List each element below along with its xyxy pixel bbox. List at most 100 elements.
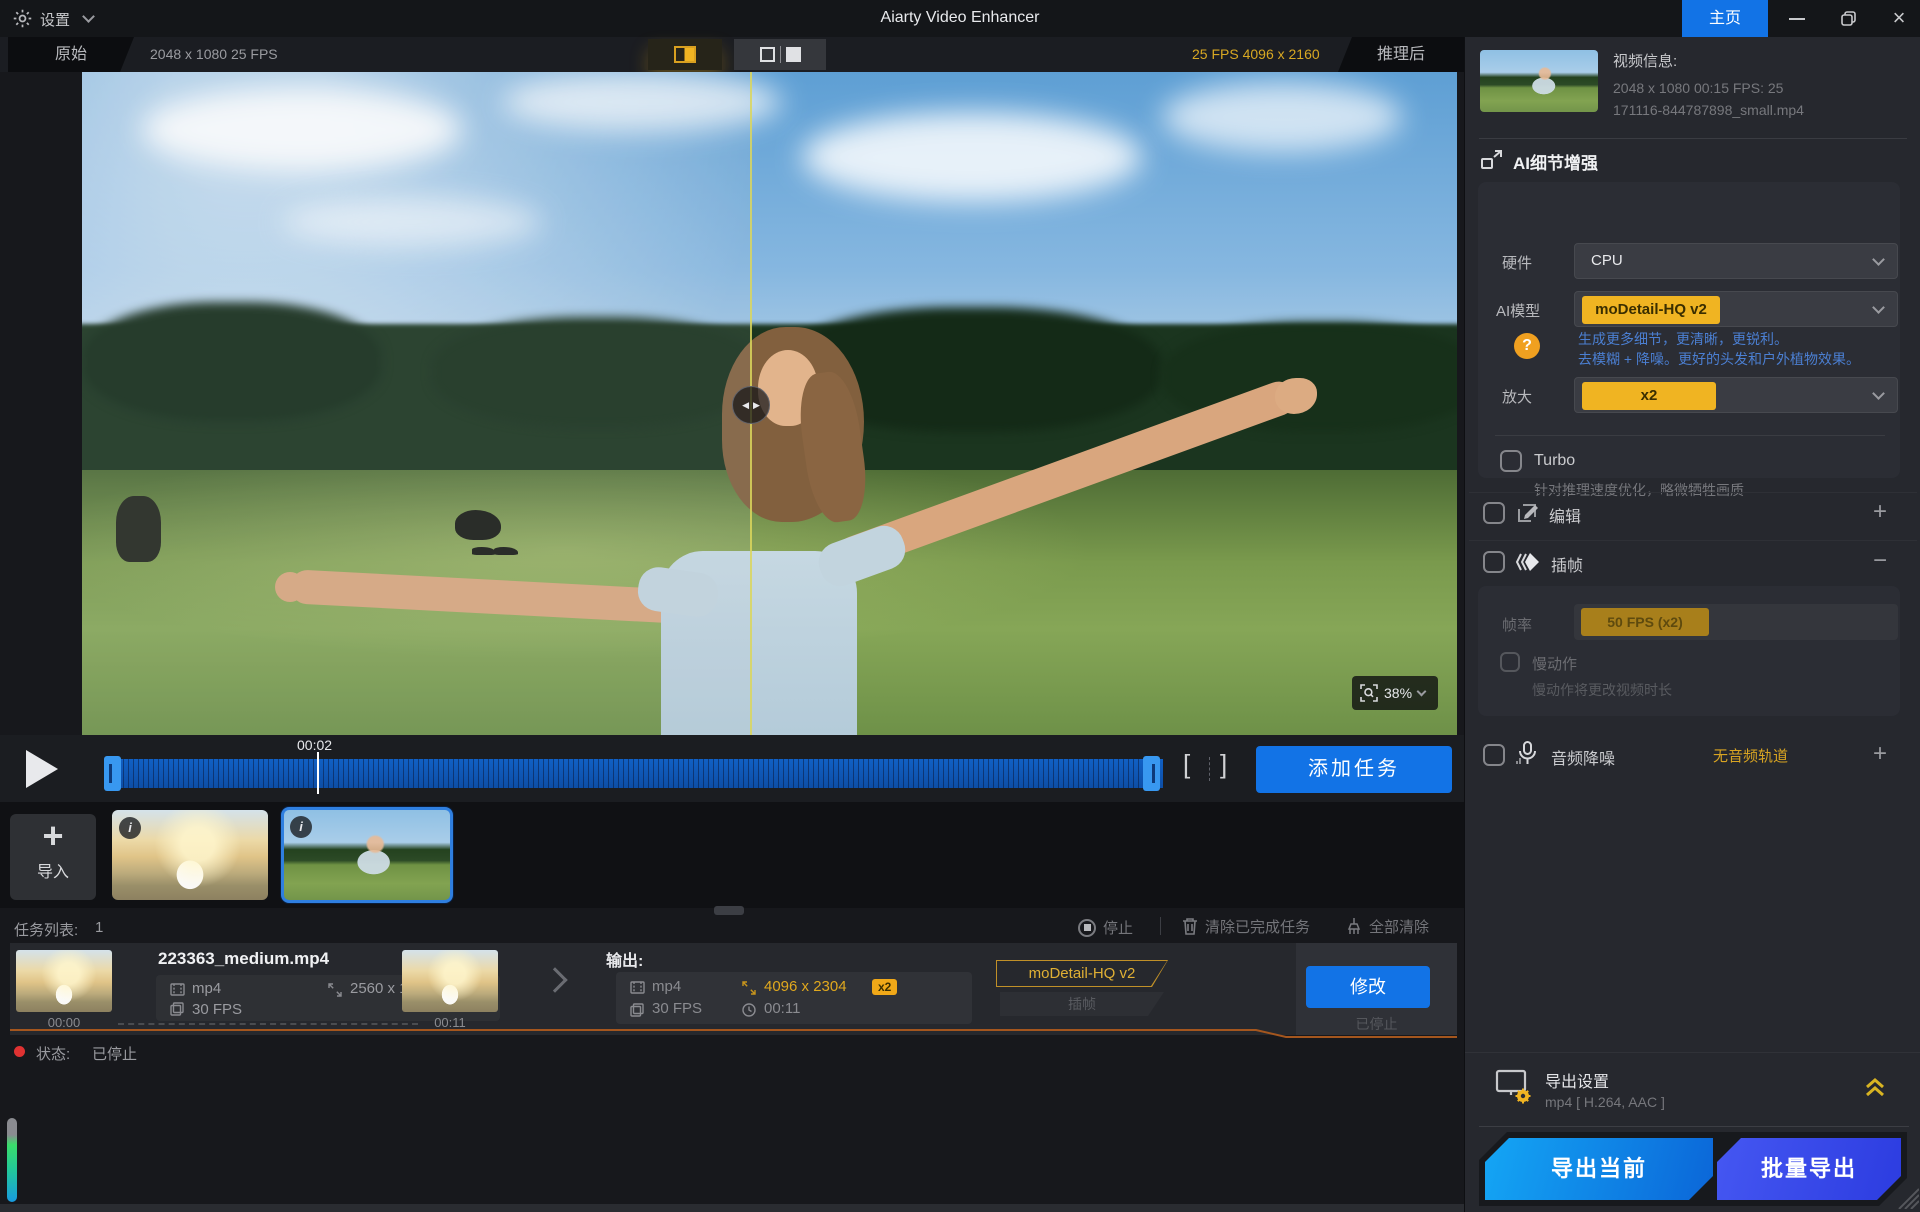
- model-badge-banner: moDetail-HQ v2: [996, 960, 1168, 987]
- resolution-icon: [328, 983, 342, 997]
- fps-label: 帧率: [1502, 614, 1532, 635]
- play-button[interactable]: [26, 750, 66, 788]
- edit-icon: [1515, 501, 1539, 525]
- dropdown-chevron-icon: [1872, 253, 1885, 266]
- enhance-expand-icon: [1481, 150, 1503, 170]
- brush-icon: [1346, 917, 1362, 936]
- original-specs: 2048 x 1080 25 FPS: [150, 46, 278, 62]
- task-card[interactable]: 00:00 223363_medium.mp4 mp4 2560 x 1440 …: [10, 943, 1457, 1035]
- playback-row: 00:02 [ ] 添加任务: [0, 735, 1464, 802]
- info-icon[interactable]: i: [119, 817, 141, 839]
- video-preview[interactable]: ◀ ▶ 38%: [82, 72, 1457, 735]
- fps-pill: 50 FPS (x2): [1581, 608, 1709, 636]
- audio-checkbox[interactable]: [1483, 744, 1505, 766]
- window-title: Aiarty Video Enhancer: [0, 9, 1920, 27]
- help-icon[interactable]: ?: [1514, 333, 1540, 359]
- task-list-header: 任务列表: 1 停止 清除已完成任务 全部清除: [0, 908, 1464, 942]
- clear-all-button[interactable]: 全部清除: [1346, 916, 1429, 937]
- audio-note: 无音频轨道: [1713, 745, 1788, 766]
- task-output-thumbnail: [402, 950, 498, 1012]
- slowmo-label: 慢动作: [1532, 653, 1577, 674]
- edit-expand-button[interactable]: +: [1873, 498, 1887, 526]
- magnifier-icon: [1360, 684, 1378, 702]
- interp-checkbox[interactable]: [1483, 551, 1505, 573]
- interp-badge-banner: 插帧: [1000, 992, 1164, 1016]
- trim-out-button[interactable]: ]: [1220, 749, 1227, 780]
- scale-dropdown[interactable]: x2: [1574, 377, 1898, 413]
- task-progress-dashes: [118, 1023, 418, 1025]
- enhance-title: AI细节增强: [1513, 149, 1598, 174]
- divider: [1469, 540, 1917, 541]
- task-input-thumbnail: [16, 950, 112, 1012]
- play-icon: [26, 750, 58, 788]
- playhead[interactable]: [317, 752, 319, 794]
- hardware-dropdown[interactable]: CPU: [1574, 243, 1898, 279]
- scale-label: 放大: [1502, 386, 1532, 407]
- hardware-label: 硬件: [1502, 252, 1532, 273]
- media-thumbnail-2-selected[interactable]: i: [281, 807, 453, 903]
- panel-drag-handle[interactable]: [714, 906, 744, 915]
- stop-button[interactable]: 停止: [1078, 917, 1133, 938]
- export-batch-button[interactable]: 批量导出: [1717, 1138, 1901, 1200]
- tab-original[interactable]: 原始: [8, 37, 134, 72]
- scale-badge: x2: [872, 979, 897, 995]
- resize-grip-icon[interactable]: [1895, 1187, 1919, 1209]
- clock-icon: [742, 1003, 756, 1017]
- interp-card: 帧率 50 FPS (x2) 慢动作 慢动作将更改视频时长: [1478, 586, 1900, 716]
- modify-button[interactable]: 修改: [1306, 966, 1430, 1008]
- level-meter: [7, 1118, 17, 1202]
- split-arrow-right-icon: ▶: [753, 400, 760, 411]
- add-task-button[interactable]: 添加任务: [1256, 746, 1452, 793]
- zoom-control[interactable]: 38%: [1352, 676, 1438, 710]
- trim-in-button[interactable]: [: [1183, 749, 1190, 780]
- export-format: mp4 [ H.264, AAC ]: [1545, 1094, 1665, 1110]
- zoom-chevron-icon: [1417, 687, 1427, 697]
- audio-label: 音频降噪: [1551, 745, 1615, 769]
- media-thumbnail-1[interactable]: i: [112, 810, 268, 900]
- maximize-button[interactable]: [1826, 0, 1872, 37]
- video-info-filename: 171116-844787898_small.mp4: [1613, 102, 1804, 118]
- task-card-progress-border: [10, 1025, 1457, 1039]
- export-current-button[interactable]: 导出当前: [1485, 1138, 1713, 1200]
- settings-panel: 视频信息: 2048 x 1080 00:15 FPS: 25 171116-8…: [1464, 37, 1920, 1212]
- video-info-thumbnail: [1480, 50, 1598, 112]
- turbo-desc: 针对推理速度优化，略微牺牲画质: [1534, 480, 1744, 500]
- audio-expand-button[interactable]: +: [1873, 740, 1887, 768]
- playhead-time: 00:02: [297, 737, 332, 753]
- info-icon[interactable]: i: [290, 816, 312, 838]
- split-view-toggle[interactable]: [648, 39, 722, 70]
- tab-enhanced[interactable]: 推理后: [1338, 37, 1464, 72]
- plus-icon: +: [10, 814, 96, 858]
- status-label: 状态:: [36, 1043, 70, 1064]
- microphone-icon: [1515, 741, 1539, 767]
- task-output-label: 输出:: [606, 947, 643, 971]
- task-output-specs: mp4 4096 x 2304 x2 30 FPS 00:11: [616, 972, 972, 1024]
- interp-collapse-button[interactable]: −: [1873, 547, 1887, 575]
- compare-split-handle[interactable]: ◀ ▶: [732, 386, 770, 424]
- timeline-left-handle[interactable]: [104, 756, 121, 791]
- split-arrow-left-icon: ◀: [742, 400, 749, 411]
- timeline-right-handle[interactable]: [1143, 756, 1160, 791]
- timeline-track[interactable]: [108, 759, 1163, 788]
- enhanced-specs: 25 FPS 4096 x 2160: [1192, 46, 1320, 62]
- header-divider: [1160, 917, 1161, 935]
- thumbnail-strip: + 导入 i i: [0, 802, 1464, 908]
- collapse-chevrons-icon[interactable]: [1863, 1075, 1887, 1099]
- export-settings-title: 导出设置: [1545, 1068, 1609, 1092]
- home-button[interactable]: 主页: [1682, 0, 1768, 37]
- edit-checkbox[interactable]: [1483, 502, 1505, 524]
- minimize-button[interactable]: [1776, 0, 1818, 37]
- import-button[interactable]: + 导入: [10, 814, 96, 900]
- slowmo-desc: 慢动作将更改视频时长: [1532, 680, 1672, 700]
- zoom-level: 38%: [1384, 685, 1412, 701]
- close-button[interactable]: ×: [1878, 0, 1920, 37]
- video-info-title: 视频信息:: [1613, 50, 1677, 71]
- clear-completed-button[interactable]: 清除已完成任务: [1182, 916, 1310, 937]
- trim-divider: [1209, 757, 1210, 781]
- fps-icon: [170, 1002, 184, 1016]
- ai-model-dropdown[interactable]: moDetail-HQ v2: [1574, 291, 1898, 327]
- side-by-side-toggle[interactable]: [734, 39, 826, 70]
- turbo-checkbox[interactable]: [1500, 450, 1522, 472]
- task-input-time: 00:00: [16, 1015, 112, 1030]
- status-value: 已停止: [92, 1043, 137, 1064]
